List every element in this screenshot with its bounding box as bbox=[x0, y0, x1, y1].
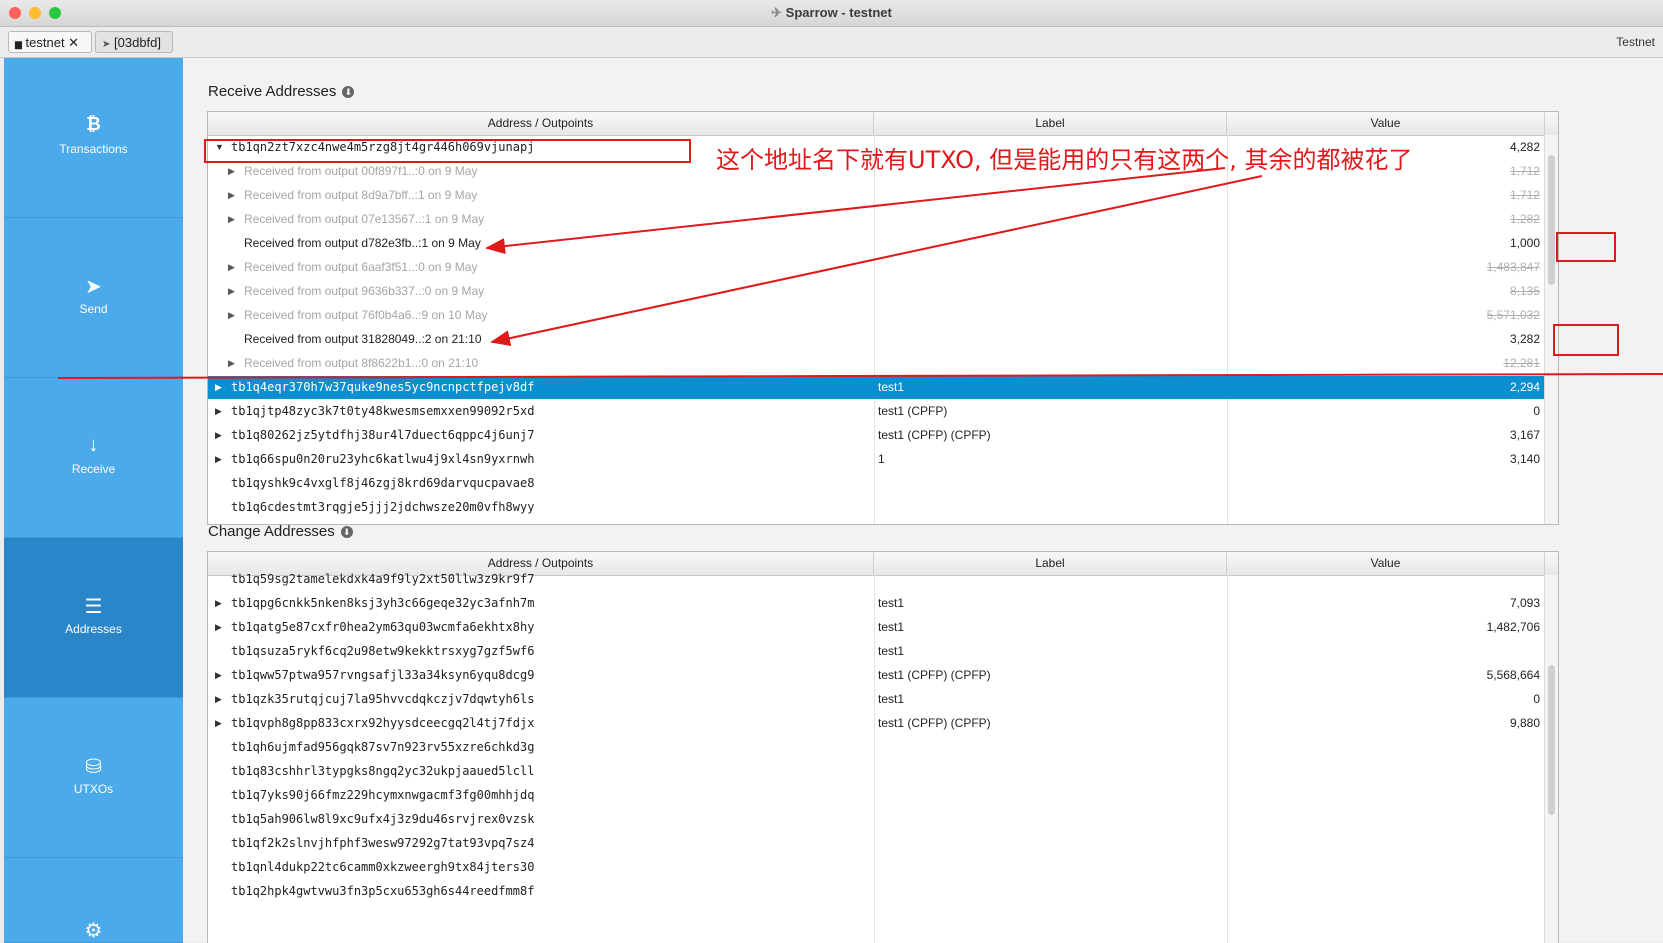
annotation-arrows bbox=[57, 167, 1663, 379]
arrow-to-3182 bbox=[490, 175, 1263, 347]
divider-line bbox=[57, 373, 1663, 379]
